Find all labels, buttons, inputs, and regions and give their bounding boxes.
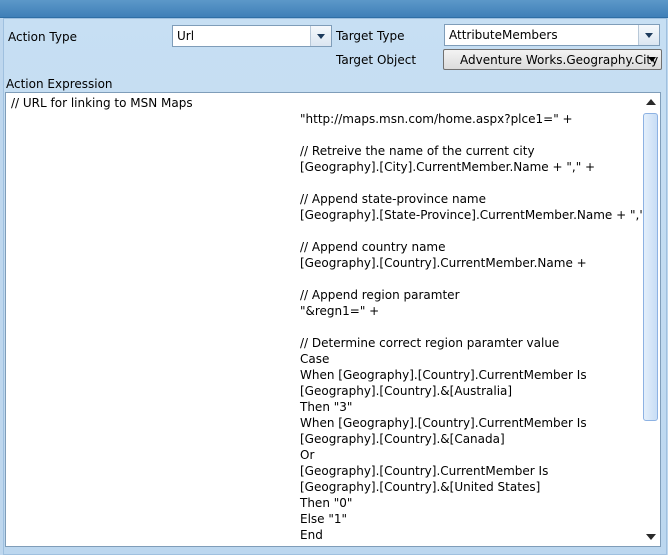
code-line: [Geography].[Country].&[United States] bbox=[300, 480, 541, 494]
code-line: When [Geography].[Country].CurrentMember… bbox=[300, 368, 587, 382]
code-line: [Geography].[Country].CurrentMember Is bbox=[300, 464, 549, 478]
window: Action Type Url Target Type AttributeMem… bbox=[0, 0, 668, 555]
code-line: [Geography].[Country].&[Canada] bbox=[300, 432, 505, 446]
code-line: [Geography].[City].CurrentMember.Name + … bbox=[300, 160, 596, 174]
chevron-down-icon bbox=[645, 33, 653, 38]
code-line: [Geography].[Country].CurrentMember.Name… bbox=[300, 256, 587, 270]
chevron-down-icon bbox=[317, 34, 325, 39]
scrollbar-thumb[interactable] bbox=[643, 113, 658, 421]
action-type-value: Url bbox=[177, 29, 195, 43]
target-type-label: Target Type bbox=[336, 29, 405, 43]
code-line: // Append region paramter bbox=[300, 288, 460, 302]
code-line: Then "3" bbox=[300, 400, 353, 414]
code-line: Or bbox=[300, 448, 315, 462]
chevron-down-icon bbox=[648, 57, 656, 62]
code-line: // URL for linking to MSN Maps bbox=[11, 96, 193, 110]
action-type-dropdown-button[interactable] bbox=[310, 26, 331, 46]
target-object-label: Target Object bbox=[336, 53, 417, 67]
code-line: "&regn1=" + bbox=[300, 304, 380, 318]
code-line: // Determine correct region paramter val… bbox=[300, 336, 560, 350]
expression-text[interactable]: // URL for linking to MSN Maps "http://ma… bbox=[11, 95, 659, 543]
title-bar bbox=[0, 0, 668, 18]
code-line: "http://maps.msn.com/home.aspx?plce1=" + bbox=[300, 112, 573, 126]
code-line: // Append state-province name bbox=[300, 192, 486, 206]
action-type-label: Action Type bbox=[8, 30, 77, 44]
action-expression-label: Action Expression bbox=[6, 77, 113, 91]
arrow-up-icon[interactable] bbox=[646, 99, 656, 105]
target-type-combo[interactable]: AttributeMembers bbox=[444, 24, 660, 46]
code-line: Case bbox=[300, 352, 330, 366]
action-type-combo[interactable]: Url bbox=[172, 25, 332, 47]
code-line: When [Geography].[Country].CurrentMember… bbox=[300, 416, 587, 430]
action-expression-editor[interactable]: // URL for linking to MSN Maps "http://ma… bbox=[5, 92, 661, 547]
code-line: // Retreive the name of the current city bbox=[300, 144, 535, 158]
target-object-dropdown-button[interactable]: Adventure Works.Geography.City bbox=[443, 49, 662, 70]
code-line: // Append country name bbox=[300, 240, 446, 254]
target-type-value: AttributeMembers bbox=[449, 28, 558, 42]
code-line: [Geography].[State-Province].CurrentMemb… bbox=[300, 208, 659, 222]
code-line: Else "1" bbox=[300, 512, 348, 526]
target-type-dropdown-button[interactable] bbox=[638, 25, 659, 45]
code-line: Then "0" bbox=[300, 496, 353, 510]
arrow-down-icon[interactable] bbox=[646, 534, 656, 540]
code-line: End bbox=[300, 528, 323, 542]
code-line: [Geography].[Country].&[Australia] bbox=[300, 384, 513, 398]
target-object-value: Adventure Works.Geography.City bbox=[460, 53, 659, 67]
vertical-scrollbar[interactable] bbox=[642, 93, 660, 546]
